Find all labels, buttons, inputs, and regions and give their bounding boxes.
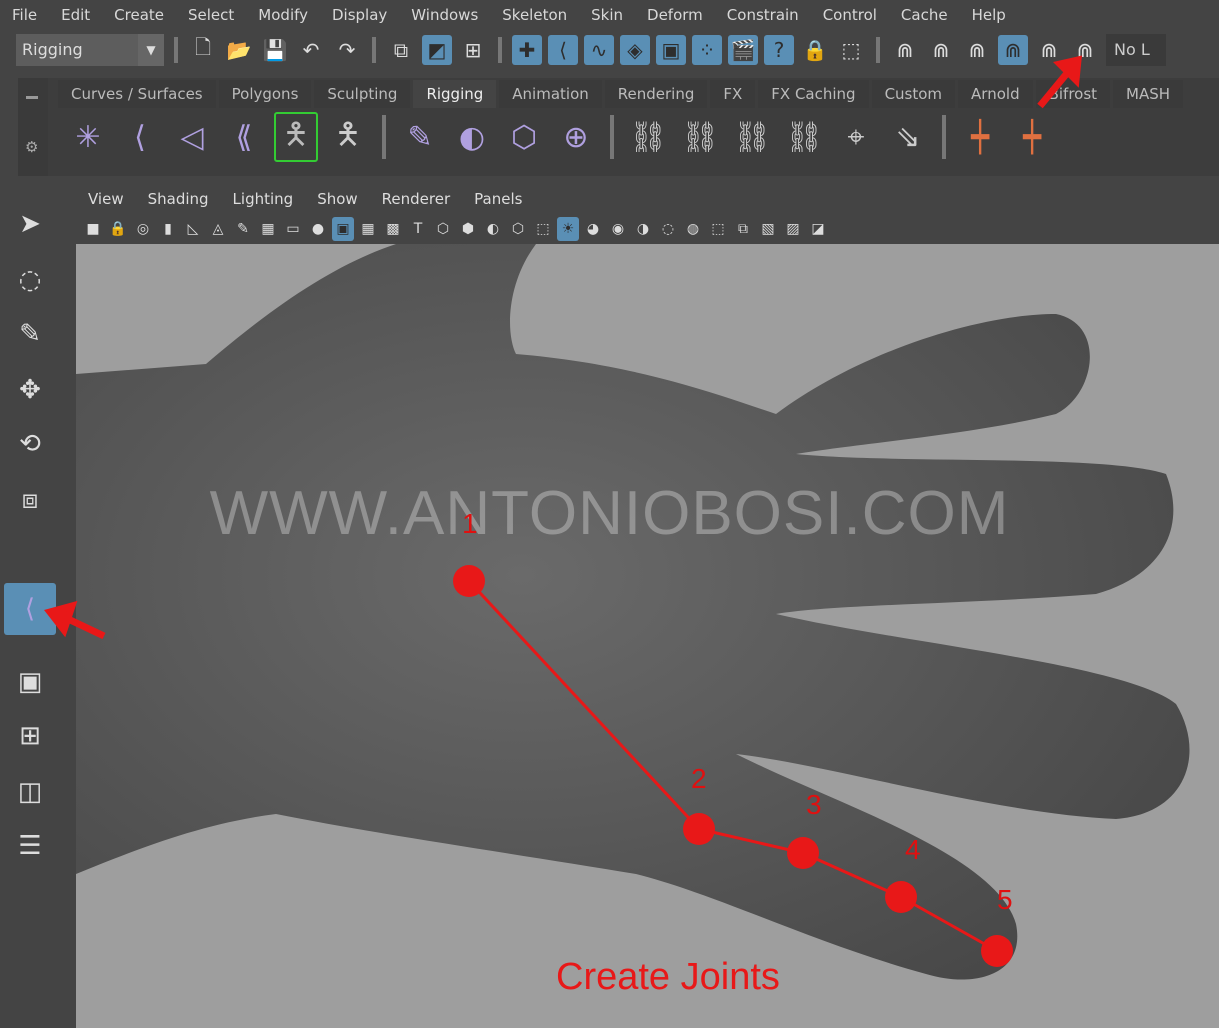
bone — [900, 895, 998, 953]
caption: Create Joints — [556, 956, 780, 998]
joint[interactable] — [683, 813, 715, 845]
joint[interactable] — [981, 935, 1013, 967]
joint-chain — [453, 565, 1013, 967]
bone — [467, 579, 701, 831]
joint-label: 5 — [997, 884, 1013, 915]
joint-label: 4 — [905, 834, 921, 865]
joint-label: 2 — [691, 763, 707, 794]
joint[interactable] — [787, 837, 819, 869]
bone — [698, 827, 804, 855]
joint-label: 1 — [462, 508, 478, 539]
joint[interactable] — [885, 881, 917, 913]
joint-label: 3 — [806, 789, 822, 820]
bone — [802, 851, 902, 899]
joint[interactable] — [453, 565, 485, 597]
